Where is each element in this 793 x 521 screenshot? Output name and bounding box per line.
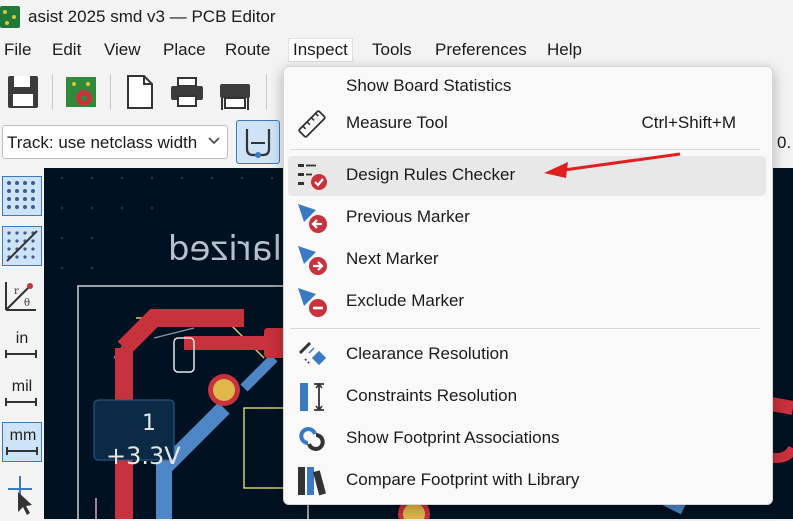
track-width-icon [245,129,271,158]
menu-clearance-resolution[interactable]: Clearance Resolution [288,335,766,375]
menu-measure-tool[interactable]: Measure Tool Ctrl+Shift+M [288,104,766,144]
units-mm-button[interactable]: mm [2,422,42,462]
page-icon [127,75,153,109]
pcb-editor-app-icon [0,6,20,28]
mils-ruler-icon [5,398,37,406]
red-arrow-annotation [544,152,681,178]
printer-icon [171,77,203,107]
menu-item-shortcut: Ctrl+Shift+M [641,113,736,132]
mm-ruler-icon [6,447,38,455]
board-setup-button[interactable] [62,70,100,114]
drc-icon [298,164,327,190]
title-bar: asist 2025 smd v3 — PCB Editor [0,0,793,34]
menu-bar: File Edit View Place Route Inspect Tools… [0,35,793,65]
page-settings-button[interactable] [120,70,158,114]
menu-item-label: Clearance Resolution [346,344,509,363]
menu-design-rules-checker[interactable]: Design Rules Checker [288,156,766,196]
menu-route[interactable]: Route [221,39,274,61]
menu-item-label: Previous Marker [346,207,470,226]
polar-coords-button[interactable]: r θ [2,276,42,316]
track-width-select[interactable]: Track: use netclass width [2,125,228,159]
svg-text:r: r [14,286,19,297]
cursor-crosshair-button[interactable] [2,472,42,515]
left-toolbar: r θ in mil mm [0,170,44,519]
grid-diagonal-icon [6,230,38,262]
units-inches-button[interactable]: in [2,326,42,366]
plotter-icon [220,84,250,110]
exclude-marker-icon [298,288,327,317]
previous-marker-icon [298,204,327,233]
window-title: asist 2025 smd v3 — PCB Editor [28,7,276,26]
inspect-menu-dropdown: Show Board Statistics Measure Tool Ctrl+… [283,66,773,505]
mirrored-silkscreen-text: larized [168,229,282,269]
net-label-3v3: +3.3V [106,442,181,470]
auto-track-width-toggle[interactable] [236,120,280,164]
units-mils-button[interactable]: mil [2,374,42,414]
menu-inspect[interactable]: Inspect [288,38,353,62]
menu-place[interactable]: Place [159,39,210,61]
save-icon [8,76,38,108]
menu-item-label: Exclude Marker [346,291,465,310]
footprint-assoc-icon [299,427,325,451]
library-compare-icon [298,467,326,496]
menu-file[interactable]: File [0,39,35,61]
menu-show-footprint-associations[interactable]: Show Footprint Associations [288,419,766,459]
menu-item-label: Constraints Resolution [346,386,518,405]
menu-edit[interactable]: Edit [48,39,85,61]
grid-toggle-button[interactable] [2,176,42,216]
net-label-1: 1 [142,411,156,436]
menu-help[interactable]: Help [543,39,586,61]
menu-previous-marker[interactable]: Previous Marker [288,198,766,238]
board-setup-icon [66,77,96,107]
menu-item-label: Measure Tool [346,113,448,132]
menu-item-label: Design Rules Checker [346,165,516,184]
save-button[interactable] [4,70,42,114]
polar-coordinates-icon: r θ [5,282,36,311]
menu-preferences[interactable]: Preferences [431,39,531,61]
via-size-value: 0. [777,133,792,152]
menu-constraints-resolution[interactable]: Constraints Resolution [288,377,766,417]
menu-item-label: Show Footprint Associations [346,428,560,447]
menu-next-marker[interactable]: Next Marker [288,240,766,280]
clearance-icon [298,341,327,366]
chevron-down-icon [208,137,220,145]
menu-item-label: Next Marker [346,249,439,268]
menu-exclude-marker[interactable]: Exclude Marker [288,282,766,322]
menu-view[interactable]: View [100,39,145,61]
track-width-value: Track: use netclass width [7,133,198,152]
menu-compare-footprint-with-library[interactable]: Compare Footprint with Library [288,461,766,501]
grid-overrides-button[interactable] [2,226,42,266]
crosshair-cursor-icon [8,476,32,515]
next-marker-icon [298,246,327,275]
ruler-icon [298,110,326,138]
plot-button[interactable] [216,70,254,114]
menu-item-label: Show Board Statistics [346,76,512,95]
print-button[interactable] [168,70,206,114]
menu-show-board-statistics[interactable]: Show Board Statistics [288,67,766,107]
constraints-icon [300,382,324,412]
grid-dots-icon [7,181,35,209]
menu-tools[interactable]: Tools [368,39,416,61]
svg-text:θ: θ [24,298,30,309]
menu-item-label: Compare Footprint with Library [346,470,580,489]
inches-ruler-icon [5,350,37,358]
